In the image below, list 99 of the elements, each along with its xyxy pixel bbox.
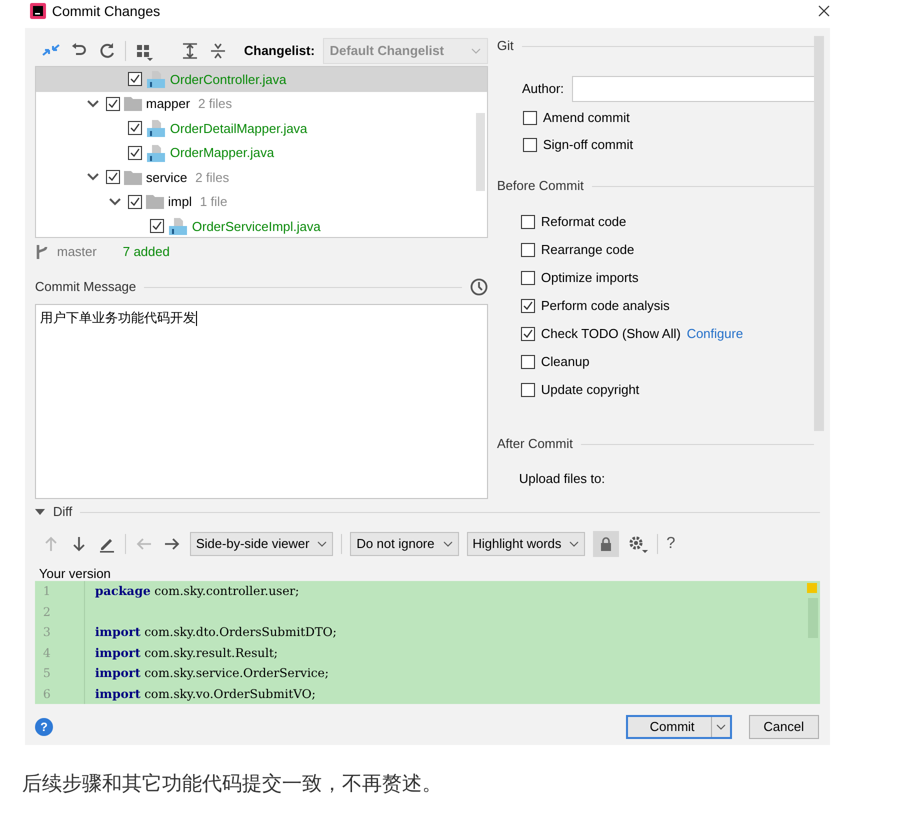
upload-label: Upload files to: <box>518 470 606 488</box>
folder-icon <box>146 194 164 210</box>
settings-icon[interactable] <box>627 534 650 554</box>
collapse-all-icon[interactable] <box>208 41 228 61</box>
line-number: 6 <box>42 686 52 702</box>
line-number: 5 <box>42 665 52 682</box>
line-number: 3 <box>42 624 52 641</box>
checkbox[interactable] <box>128 72 142 86</box>
java-file-icon <box>168 217 188 236</box>
code-line: import com.sky.dto.OrdersSubmitDTO; <box>95 624 337 641</box>
folder-icon <box>124 170 142 185</box>
help-button[interactable]: ? <box>35 718 53 736</box>
dropdown[interactable]: Side-by-side viewer <box>190 532 334 556</box>
checkbox[interactable] <box>128 121 142 136</box>
lock-icon <box>600 537 612 551</box>
option-label: Cleanup <box>541 353 590 372</box>
option-label: Check TODO (Show All) <box>541 325 681 344</box>
checkbox[interactable] <box>521 355 535 369</box>
change-marker <box>807 583 817 593</box>
checkbox[interactable] <box>150 219 164 234</box>
option-label: Reformat code <box>541 213 626 232</box>
section-title: Git <box>497 37 514 56</box>
commit-button[interactable]: Commit <box>626 715 732 739</box>
file-name: OrderDetailMapper.java <box>170 120 308 138</box>
folder-name: service <box>146 168 188 186</box>
tree-row[interactable]: OrderMapper.java <box>36 140 487 165</box>
chevron-down-icon <box>317 541 328 547</box>
line-number: 2 <box>42 604 52 620</box>
folder-name: impl <box>168 193 192 211</box>
chevron-down-icon <box>569 541 580 547</box>
option-label: Update copyright <box>541 381 640 400</box>
checkbox[interactable] <box>521 383 535 397</box>
checkbox[interactable] <box>521 299 535 313</box>
dropdown[interactable]: Highlight words <box>466 532 586 556</box>
close-icon[interactable] <box>818 5 830 17</box>
section-label: Commit Message <box>35 278 136 296</box>
code-line: package com.sky.controller.user; <box>95 583 300 600</box>
file-name: OrderController.java <box>170 70 286 89</box>
checkbox[interactable] <box>521 327 535 341</box>
chevron-down-icon <box>442 541 452 547</box>
line-number: 4 <box>42 644 52 662</box>
commit-message-field[interactable]: 用户下单业务功能代码开发 <box>35 304 488 499</box>
triangle-down-icon[interactable] <box>35 509 45 515</box>
checkbox[interactable] <box>523 138 537 152</box>
code-line: import com.sky.vo.OrderSubmitVO; <box>95 686 316 703</box>
configure-link[interactable]: Configure <box>686 324 744 344</box>
checkbox[interactable] <box>128 194 142 209</box>
tree-row[interactable]: service 2 files <box>36 165 487 190</box>
checkbox[interactable] <box>521 243 535 257</box>
option-label: Perform code analysis <box>541 297 670 316</box>
checkbox[interactable] <box>128 146 142 160</box>
checkbox[interactable] <box>106 170 120 184</box>
file-count: 1 file <box>200 193 228 211</box>
folder-name: mapper <box>146 95 190 113</box>
checkbox[interactable] <box>521 215 535 229</box>
option-label: Optimize imports <box>541 269 639 288</box>
checkbox[interactable] <box>523 111 537 125</box>
checkbox[interactable] <box>521 271 535 285</box>
section-title: Before Commit <box>497 177 584 196</box>
branch-icon <box>35 244 49 260</box>
option-label: Amend commit <box>543 109 630 128</box>
file-name: OrderMapper.java <box>170 144 274 162</box>
history-icon[interactable] <box>470 278 488 296</box>
help-button[interactable]: ? <box>666 532 676 556</box>
caption-text: 后续步骤和其它功能代码提交一致，不再赘述。 <box>21 772 443 797</box>
file-count: 2 files <box>195 168 230 186</box>
option-label: Sign-off commit <box>543 136 634 154</box>
tree-row[interactable]: mapper 2 files <box>36 92 487 116</box>
chevron-down-icon[interactable] <box>716 724 726 730</box>
branch-name: master <box>57 243 97 262</box>
scrollbar-track[interactable] <box>814 36 824 431</box>
checkbox[interactable] <box>106 96 120 111</box>
scrollbar-thumb[interactable] <box>476 113 485 191</box>
lock-button[interactable] <box>593 531 620 557</box>
folder-icon <box>124 96 142 112</box>
java-file-icon <box>146 144 166 162</box>
tree-row[interactable]: OrderDetailMapper.java <box>36 116 487 140</box>
section-title: After Commit <box>497 435 573 454</box>
change-summary: 7 added <box>122 243 170 262</box>
section-title: Diff <box>53 503 72 522</box>
author-label: Author: <box>522 80 564 98</box>
file-count: 2 files <box>198 95 232 113</box>
code-line: import com.sky.service.OrderService; <box>95 665 329 682</box>
tree-row[interactable]: OrderServiceImpl.java <box>36 214 487 237</box>
window-title: Commit Changes <box>52 2 160 21</box>
line-number: 1 <box>42 583 52 600</box>
changelist-label: Changelist: <box>244 42 315 60</box>
tree-row[interactable]: impl 1 file <box>36 190 487 214</box>
dropdown[interactable]: Do not ignore <box>350 532 458 556</box>
java-file-icon <box>146 119 166 138</box>
pane-label: Your version <box>38 565 112 581</box>
expand-all-icon[interactable] <box>180 41 200 61</box>
java-file-icon <box>146 70 166 88</box>
file-name: OrderServiceImpl.java <box>192 218 321 236</box>
chevron-down-icon <box>470 48 481 54</box>
app-logo-icon <box>30 3 46 19</box>
cancel-button[interactable]: Cancel <box>748 715 819 739</box>
code-line: import com.sky.result.Result; <box>95 644 278 662</box>
option-label: Rearrange code <box>541 241 634 260</box>
